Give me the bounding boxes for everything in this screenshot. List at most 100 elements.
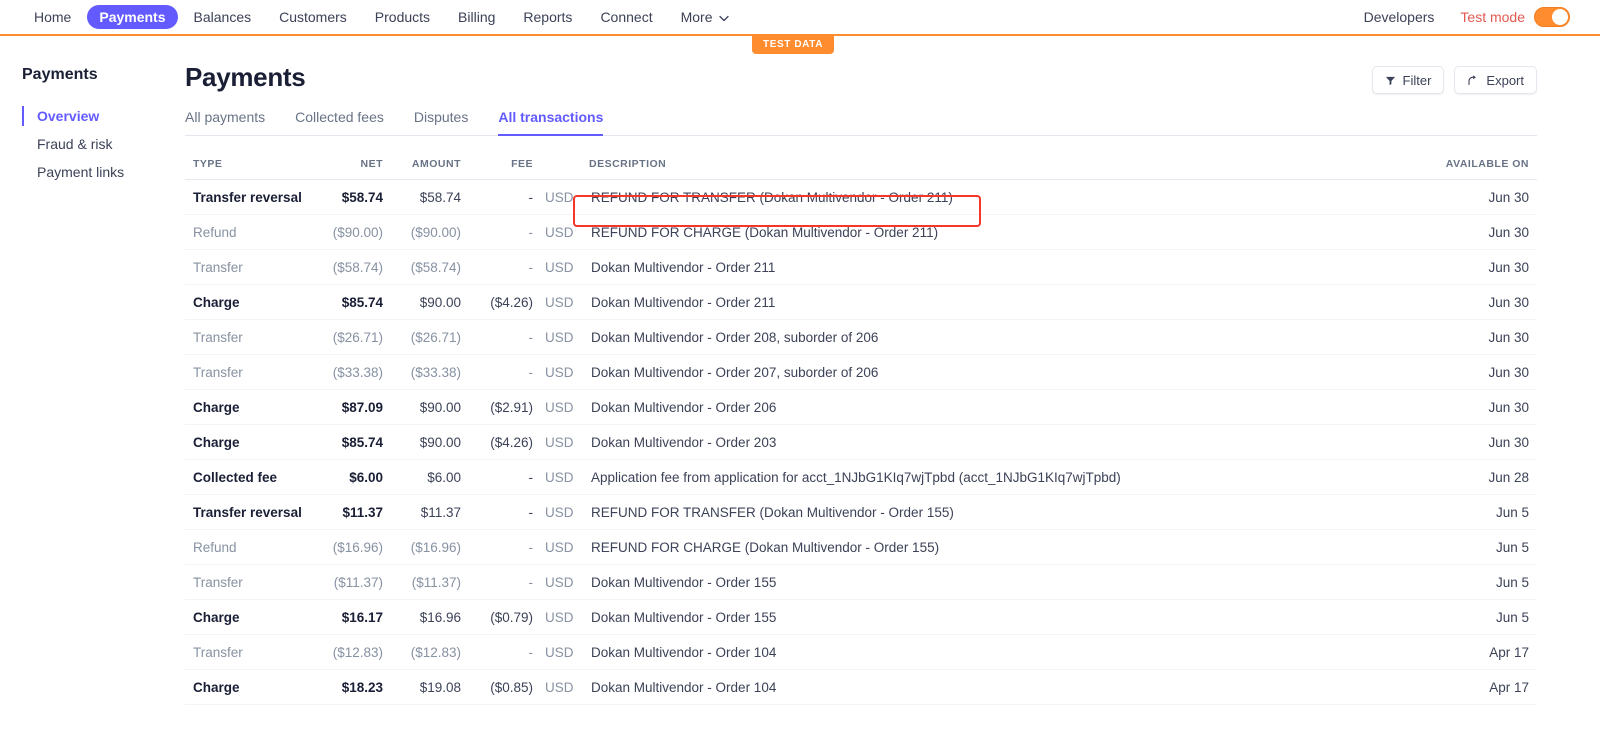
table-row[interactable]: Collected fee $6.00 $6.00- USD Application f… xyxy=(185,459,1537,495)
cell-net: $85.74 xyxy=(305,424,383,460)
cell-available-on: Jun 30 xyxy=(1427,214,1537,250)
table-row[interactable]: Transfer reversal $11.37 $11.37- USD REFUND … xyxy=(185,494,1537,530)
column-header-type[interactable]: TYPE xyxy=(185,158,305,180)
nav-item-payments[interactable]: Payments xyxy=(87,5,178,29)
cell-available-on: Jun 28 xyxy=(1427,459,1537,495)
cell-currency: USD xyxy=(533,214,589,250)
nav-item-customers[interactable]: Customers xyxy=(267,5,359,29)
top-nav-items: Home Payments Balances Customers Products Bil… xyxy=(22,5,741,29)
cell-net: $6.00 xyxy=(305,459,383,495)
cell-description: Application fee from application for acc… xyxy=(589,459,1427,495)
cell-net: $58.74 xyxy=(305,179,383,215)
tab-collected-fees[interactable]: Collected fees xyxy=(295,108,384,136)
cell-available-on: Apr 17 xyxy=(1427,634,1537,670)
cell-description: Dokan Multivendor - Order 208, suborder … xyxy=(589,319,1427,355)
cell-available-on: Jun 30 xyxy=(1427,389,1537,425)
cell-available-on: Jun 30 xyxy=(1427,249,1537,285)
table-row[interactable]: Refund ($90.00) ($90.00) - USD REFUND FOR CHA… xyxy=(185,214,1537,250)
column-header-net[interactable]: NET xyxy=(305,158,383,180)
cell-type: Charge xyxy=(185,389,305,425)
tab-all-payments[interactable]: All payments xyxy=(185,108,265,136)
table-row[interactable]: Charge $16.17 $16.96 ($0.79) USD Dokan Multiv… xyxy=(185,599,1537,635)
cell-amount: $58.74 xyxy=(383,179,461,215)
cell-amount: $16.96 xyxy=(383,599,461,635)
filter-button[interactable]: Filter xyxy=(1371,66,1445,94)
column-header-available-on[interactable]: AVAILABLE ON xyxy=(1427,158,1537,180)
table-row[interactable]: Transfer ($12.83) ($12.83) - USD Dokan Multiv… xyxy=(185,634,1537,670)
table-body: Transfer reversal $58.74 $58.74- USD REFUND … xyxy=(185,179,1537,705)
export-button[interactable]: Export xyxy=(1454,66,1537,94)
cell-currency: USD xyxy=(533,389,589,425)
nav-item-products[interactable]: Products xyxy=(363,5,442,29)
test-mode-label: Test mode xyxy=(1460,9,1525,25)
cell-description: Dokan Multivendor - Order 104 xyxy=(589,634,1427,670)
cell-currency: USD xyxy=(533,284,589,320)
sidebar-item-overview[interactable]: Overview xyxy=(22,102,185,130)
cell-currency: USD xyxy=(533,634,589,670)
column-header-fee[interactable]: FEE xyxy=(461,158,533,180)
nav-item-balances[interactable]: Balances xyxy=(182,5,264,29)
cell-amount: $11.37 xyxy=(383,494,461,530)
test-mode-toggle-group[interactable]: Test mode xyxy=(1460,7,1570,27)
cell-net: ($33.38) xyxy=(305,354,383,390)
cell-fee: ($4.26) xyxy=(461,424,533,460)
cell-description: Dokan Multivendor - Order 211 xyxy=(589,249,1427,285)
nav-item-connect[interactable]: Connect xyxy=(588,5,664,29)
column-header-amount[interactable]: AMOUNT xyxy=(383,158,461,180)
column-header-description[interactable]: DESCRIPTION xyxy=(589,158,1427,180)
table-row[interactable]: Charge $18.23 $19.08 ($0.85) USD Dokan Multiv… xyxy=(185,669,1537,705)
test-data-badge: TEST DATA xyxy=(752,36,835,54)
table-row[interactable]: Transfer ($11.37) ($11.37) - USD Dokan Multiv… xyxy=(185,564,1537,600)
cell-net: ($16.96) xyxy=(305,529,383,565)
toggle-knob xyxy=(1552,9,1568,25)
cell-available-on: Jun 5 xyxy=(1427,564,1537,600)
cell-available-on: Jun 30 xyxy=(1427,354,1537,390)
test-mode-toggle[interactable] xyxy=(1534,7,1570,27)
table-row[interactable]: Transfer reversal $58.74 $58.74- USD REFUND … xyxy=(185,179,1537,215)
cell-fee: ($2.91) xyxy=(461,389,533,425)
table-row[interactable]: Refund ($16.96) ($16.96) - USD REFUND FOR CHA… xyxy=(185,529,1537,565)
cell-net: ($12.83) xyxy=(305,634,383,670)
cell-net: $16.17 xyxy=(305,599,383,635)
table-header: TYPE NET AMOUNT FEE DESCRIPTION AVAILABL… xyxy=(185,158,1537,180)
tab-disputes[interactable]: Disputes xyxy=(414,108,468,136)
table-row[interactable]: Charge $85.74 $90.00 ($4.26) USD Dokan Multiv… xyxy=(185,424,1537,460)
cell-available-on: Apr 17 xyxy=(1427,669,1537,705)
table-row[interactable]: Transfer ($58.74) ($58.74) - USD Dokan Multiv… xyxy=(185,249,1537,285)
cell-available-on: Jun 5 xyxy=(1427,494,1537,530)
nav-item-more[interactable]: More xyxy=(669,5,741,29)
cell-currency: USD xyxy=(533,669,589,705)
tab-all-transactions[interactable]: All transactions xyxy=(498,108,604,136)
sidebar-item-list: Overview Fraud & risk Payment links xyxy=(22,102,185,186)
cell-available-on: Jun 5 xyxy=(1427,529,1537,565)
cell-fee: ($0.85) xyxy=(461,669,533,705)
sidebar-item-fraud-risk[interactable]: Fraud & risk xyxy=(22,130,185,158)
cell-currency: USD xyxy=(533,424,589,460)
top-navigation-bar: Home Payments Balances Customers Products Bil… xyxy=(0,0,1600,36)
page-actions: Filter Export xyxy=(1371,62,1537,94)
cell-type: Refund xyxy=(185,214,305,250)
nav-item-billing[interactable]: Billing xyxy=(446,5,507,29)
developers-link[interactable]: Developers xyxy=(1364,9,1435,25)
cell-net: ($90.00) xyxy=(305,214,383,250)
nav-item-reports[interactable]: Reports xyxy=(511,5,584,29)
cell-fee: - xyxy=(461,459,533,495)
sidebar-item-payment-links[interactable]: Payment links xyxy=(22,158,185,186)
table-row[interactable]: Transfer ($26.71) ($26.71) - USD Dokan Multiv… xyxy=(185,319,1537,355)
nav-item-home[interactable]: Home xyxy=(22,5,83,29)
cell-description: Dokan Multivendor - Order 206 xyxy=(589,389,1427,425)
cell-amount: $19.08 xyxy=(383,669,461,705)
export-button-label: Export xyxy=(1486,72,1524,88)
cell-description: Dokan Multivendor - Order 155 xyxy=(589,564,1427,600)
cell-available-on: Jun 30 xyxy=(1427,284,1537,320)
cell-description: REFUND FOR CHARGE (Dokan Multivendor - O… xyxy=(589,214,1427,250)
cell-currency: USD xyxy=(533,494,589,530)
table-row[interactable]: Charge $85.74 $90.00 ($4.26) USD Dokan Multiv… xyxy=(185,284,1537,320)
filter-button-label: Filter xyxy=(1402,72,1432,88)
cell-type: Charge xyxy=(185,669,305,705)
cell-amount: ($11.37) xyxy=(383,564,461,600)
table-row[interactable]: Transfer ($33.38) ($33.38) - USD Dokan Multiv… xyxy=(185,354,1537,390)
cell-type: Charge xyxy=(185,424,305,460)
table-row[interactable]: Charge $87.09 $90.00 ($2.91) USD Dokan Multiv… xyxy=(185,389,1537,425)
cell-currency: USD xyxy=(533,564,589,600)
